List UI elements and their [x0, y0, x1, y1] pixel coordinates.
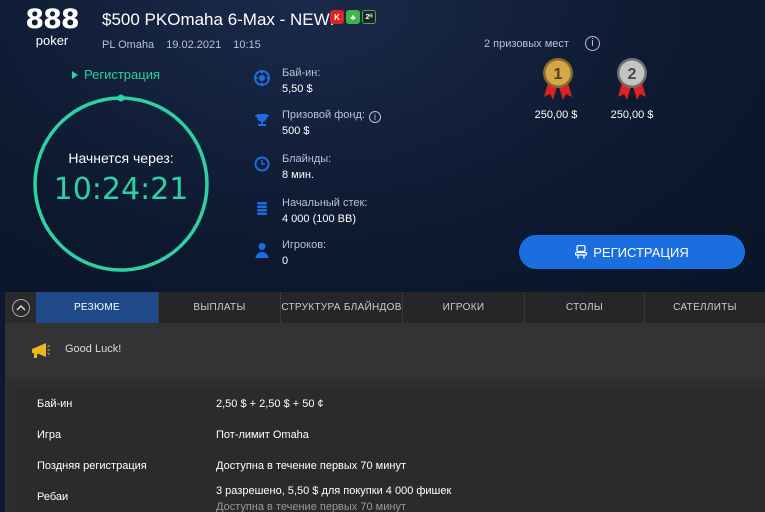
- logo-888poker: 888 poker: [25, 4, 79, 48]
- register-button[interactable]: РЕГИСТРАЦИЯ: [519, 235, 745, 269]
- start-date: 19.02.2021: [166, 39, 222, 51]
- svg-text:1: 1: [554, 66, 563, 83]
- prize-1-amount: 250,00 $: [534, 109, 578, 121]
- countdown-ring: Начнется через: 10:24:21: [31, 94, 211, 274]
- knockout-badge-icon: K: [330, 10, 344, 24]
- tournament-details-panel: РЕЗЮМЕ ВЫПЛАТЫ СТРУКТУРА БЛАЙНДОВ ИГРОКИ…: [5, 292, 765, 512]
- info-buyin: Бай-ин: 5,50 $: [250, 64, 450, 104]
- info-prize-pool: Призовой фонд: i 500 $: [250, 106, 450, 146]
- svg-text:2: 2: [628, 66, 637, 83]
- tab-blind-structure[interactable]: СТРУКТУРА БЛАЙНДОВ: [280, 292, 402, 323]
- user-icon: [255, 243, 269, 258]
- megaphone-icon: [32, 343, 50, 358]
- chip-stack-icon: [257, 202, 267, 215]
- tab-players[interactable]: ИГРОКИ: [402, 292, 524, 323]
- prize-places-header: 2 призовых мест i: [484, 36, 600, 51]
- seat-icon: [575, 245, 588, 259]
- collapse-button[interactable]: [5, 292, 36, 323]
- tournament-badges: K ♣ 2ᴴ: [330, 10, 376, 24]
- starts-in-label: Начнется через:: [68, 150, 174, 166]
- tab-payouts[interactable]: ВЫПЛАТЫ: [158, 292, 280, 323]
- countdown-timer: 10:24:21: [53, 172, 189, 207]
- clock-icon: [254, 156, 270, 172]
- table-row: Игра Пот-лимит Omaha: [17, 420, 765, 451]
- game-type: PL Omaha: [102, 39, 155, 51]
- start-time: 10:15: [233, 39, 261, 51]
- tab-summary[interactable]: РЕЗЮМЕ: [36, 292, 158, 323]
- message-text: Good Luck!: [65, 343, 122, 355]
- gold-medal-icon: 1: [540, 57, 576, 101]
- table-row: Ребаи 3 разрешено, 5,50 $ для покупки 4 …: [17, 482, 765, 512]
- table-row: Бай-ин 2,50 $ + 2,50 $ + 50 ¢: [17, 389, 765, 420]
- info-players: Игроков: 0: [250, 236, 450, 276]
- tournament-subinfo: PL Omaha 19.02.2021 10:15: [102, 39, 261, 51]
- tournament-message: Good Luck!: [5, 323, 765, 379]
- chip-icon: [254, 70, 270, 86]
- prize-2-amount: 250,00 $: [610, 109, 654, 121]
- places-badge-icon: 2ᴴ: [362, 10, 376, 24]
- tournament-title: $500 PKOmaha 6-Max - NEW!: [102, 10, 335, 29]
- info-blinds: Блайнды: 8 мин.: [250, 150, 450, 190]
- tab-satellites[interactable]: САТЕЛЛИТЫ: [644, 292, 765, 323]
- tournament-header: 888 poker $500 PKOmaha 6-Max - NEW! K ♣ …: [0, 0, 765, 292]
- silver-medal-icon: 2: [614, 57, 650, 101]
- club-badge-icon: ♣: [346, 10, 360, 24]
- info-icon[interactable]: i: [368, 111, 381, 123]
- details-tabs: РЕЗЮМЕ ВЫПЛАТЫ СТРУКТУРА БЛАЙНДОВ ИГРОКИ…: [5, 292, 765, 323]
- trophy-icon: [255, 114, 269, 126]
- table-row: Поздняя регистрация Доступна в течение п…: [17, 451, 765, 482]
- registration-status: Регистрация: [72, 67, 160, 82]
- info-starting-stack: Начальный стек: 4 000 (100 BB): [250, 194, 450, 234]
- tab-tables[interactable]: СТОЛЫ: [524, 292, 644, 323]
- details-table: Бай-ин 2,50 $ + 2,50 $ + 50 ¢ Игра Пот-л…: [17, 389, 765, 512]
- chevron-up-icon: [11, 298, 30, 317]
- play-icon: [72, 70, 78, 79]
- info-icon[interactable]: i: [584, 36, 600, 51]
